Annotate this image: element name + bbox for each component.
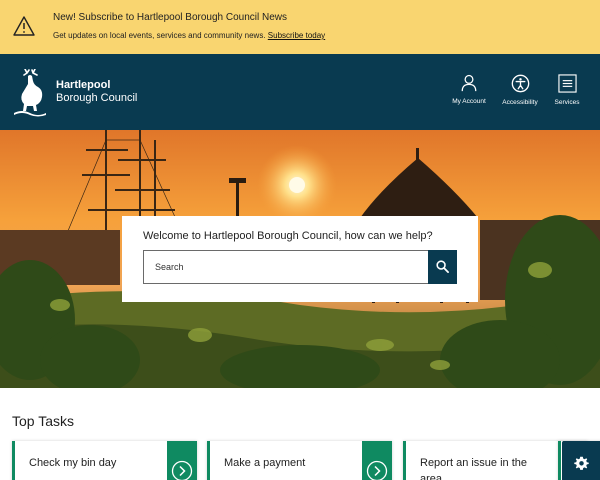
brand-name[interactable]: Hartlepool Borough Council (56, 79, 137, 105)
hero-banner: Welcome to Hartlepool Borough Council, h… (0, 130, 600, 388)
my-account-label: My Account (452, 98, 486, 105)
search-heading: Welcome to Hartlepool Borough Council, h… (143, 230, 433, 242)
accessibility-label: Accessibility (502, 99, 538, 106)
site-header: Hartlepool Borough Council My Account Ac… (0, 54, 600, 130)
task-arrow-button[interactable] (167, 441, 197, 480)
accessibility-icon (511, 74, 529, 93)
accessibility-link[interactable]: Accessibility (497, 74, 543, 106)
task-label: Report an issue in the area (420, 457, 528, 480)
my-account-link[interactable]: My Account (446, 74, 492, 105)
user-icon (461, 74, 477, 92)
search-button[interactable] (428, 250, 457, 284)
search-panel: Welcome to Hartlepool Borough Council, h… (122, 216, 478, 302)
search-input[interactable] (143, 250, 428, 284)
services-menu-button[interactable]: Services (544, 74, 590, 106)
task-check-bin-day[interactable]: Check my bin day (12, 441, 197, 480)
task-label: Check my bin day (29, 457, 117, 469)
subscribe-link[interactable]: Subscribe today (268, 31, 325, 40)
alert-text: Get updates on local events, services an… (53, 31, 325, 40)
top-tasks-heading: Top Tasks (12, 413, 74, 429)
gear-icon (574, 456, 589, 470)
menu-icon (557, 74, 577, 93)
task-arrow-button[interactable] (362, 441, 392, 480)
alert-body-text: Get updates on local events, services an… (53, 31, 266, 40)
cookie-settings-button[interactable] (562, 441, 600, 480)
task-label: Make a payment (224, 457, 306, 469)
warning-icon (13, 16, 35, 36)
alert-banner: New! Subscribe to Hartlepool Borough Cou… (0, 0, 600, 54)
chevron-right-circle-icon (171, 460, 193, 480)
brand-line-2: Borough Council (56, 92, 138, 104)
stag-logo-icon[interactable] (12, 69, 48, 117)
task-make-payment[interactable]: Make a payment (207, 441, 392, 480)
alert-title: New! Subscribe to Hartlepool Borough Cou… (53, 12, 288, 23)
brand-line-1: Hartlepool (56, 79, 111, 91)
chevron-right-circle-icon (366, 460, 388, 480)
search-icon (436, 260, 449, 273)
services-label: Services (554, 99, 580, 106)
